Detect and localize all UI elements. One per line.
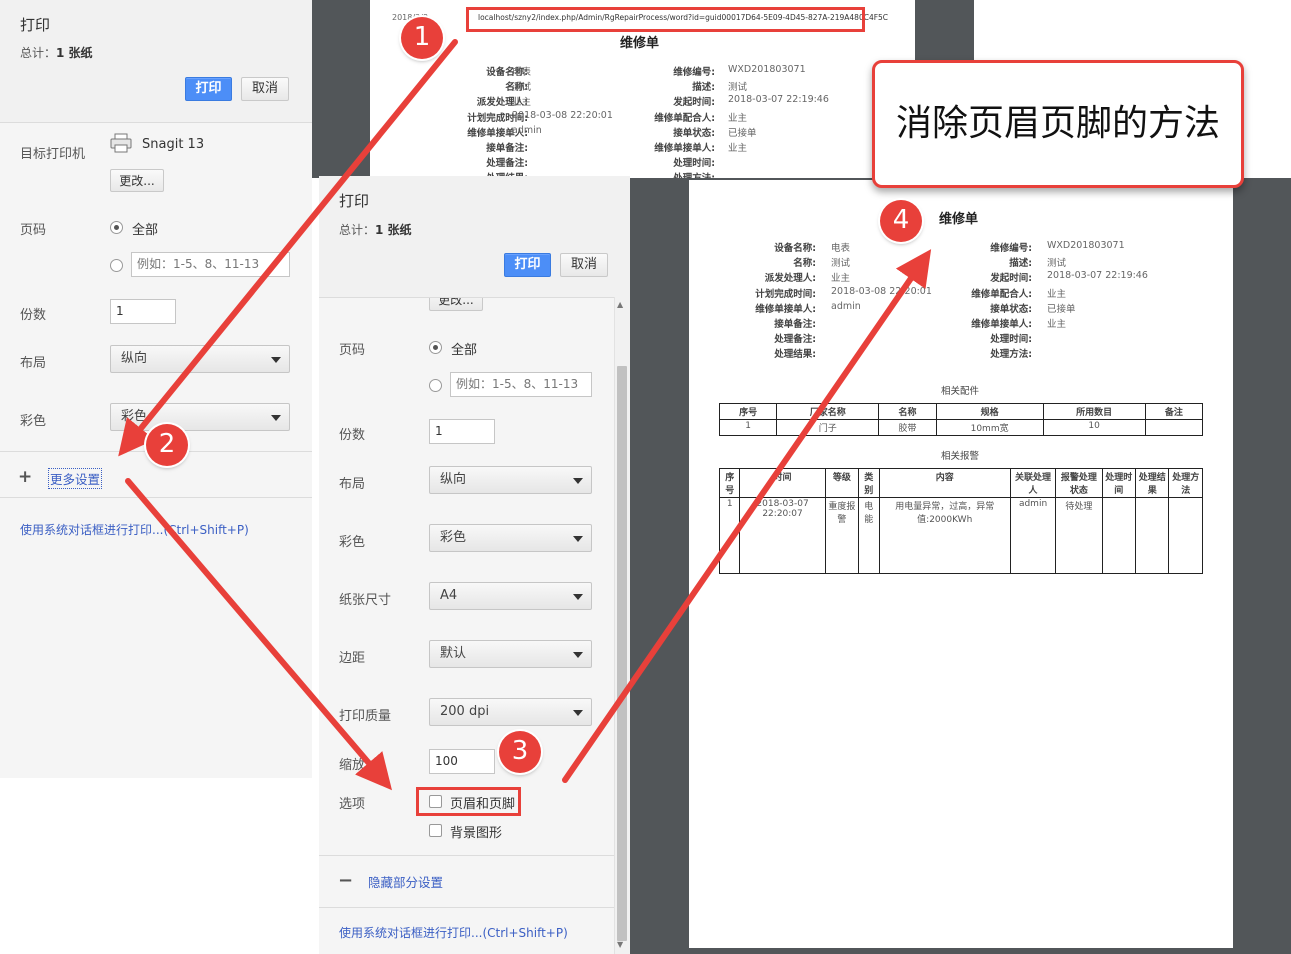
callout-title: 消除页眉页脚的方法: [872, 60, 1244, 188]
arrow-3-to-4: [562, 249, 932, 783]
arrow-1-to-2: [118, 39, 458, 457]
step-3-badge: 3: [499, 731, 541, 773]
step-4-badge: 4: [880, 200, 922, 242]
step-2-badge: 2: [146, 424, 188, 466]
arrow-2-to-3: [125, 478, 393, 791]
header-footer-option-highlight: [416, 787, 521, 816]
step-1-badge: 1: [401, 17, 443, 59]
url-header-highlight: [466, 7, 865, 32]
